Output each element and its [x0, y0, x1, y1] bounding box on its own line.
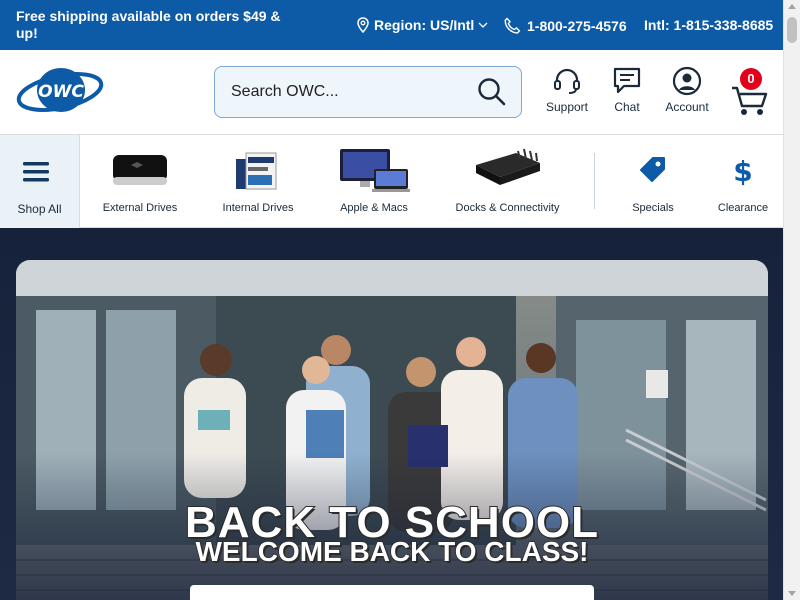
search-button[interactable] [477, 77, 507, 107]
dock-image [475, 148, 540, 185]
headset-icon [554, 68, 580, 94]
category-label: External Drives [102, 202, 178, 214]
category-clearance[interactable]: $ Clearance [708, 135, 778, 228]
account-link[interactable]: Account [657, 66, 717, 114]
hero-cta-button[interactable] [190, 585, 594, 600]
search-input[interactable] [231, 83, 461, 101]
external-drive-image [113, 155, 167, 185]
category-divider [594, 153, 595, 209]
apple-macs-image [340, 149, 410, 192]
chat-link[interactable]: Chat [597, 66, 657, 114]
intl-phone-link[interactable]: Intl: 1-815-338-8685 [644, 17, 773, 33]
support-link[interactable]: Support [537, 66, 597, 114]
dollar-icon: $ [733, 155, 752, 187]
phone-icon [504, 17, 521, 34]
region-selector[interactable]: Region: US/Intl [356, 17, 488, 33]
chat-icon [613, 67, 641, 94]
site-header: OWC Support Chat Account 0 [0, 50, 783, 135]
category-apple-macs[interactable]: Apple & Macs [324, 135, 424, 228]
free-shipping-text: Free shipping available on orders $49 & … [16, 8, 281, 41]
category-nav: Shop All External Drives Internal Drives… [0, 135, 783, 228]
scroll-up-arrow-icon[interactable] [788, 4, 796, 9]
support-label: Support [545, 100, 589, 114]
location-pin-icon [357, 17, 369, 33]
cart-button[interactable]: 0 [730, 68, 774, 118]
category-label: Internal Drives [222, 202, 294, 214]
page-scrollbar[interactable] [783, 0, 800, 600]
internal-drive-image [236, 152, 277, 190]
hero-banner[interactable]: BACK TO SCHOOL WELCOME BACK TO CLASS! [16, 260, 768, 600]
logo-text: OWC [38, 82, 84, 102]
category-external-drives[interactable]: External Drives [90, 135, 190, 228]
chevron-down-icon [478, 22, 488, 28]
category-label: Docks & Connectivity [455, 202, 560, 214]
chat-label: Chat [614, 100, 640, 114]
menu-icon [23, 162, 49, 182]
phone-number: 1-800-275-4576 [527, 18, 627, 34]
shop-all-button[interactable]: Shop All [0, 135, 80, 228]
svg-text:$: $ [733, 155, 752, 187]
scroll-down-arrow-icon[interactable] [788, 591, 796, 596]
search-box [214, 66, 522, 118]
account-label: Account [665, 100, 709, 114]
category-internal-drives[interactable]: Internal Drives [208, 135, 308, 228]
top-announcement-bar: Free shipping available on orders $49 & … [0, 0, 783, 50]
region-label: Region: US/Intl [374, 17, 475, 33]
scrollbar-thumb[interactable] [787, 17, 797, 43]
category-label: Clearance [717, 202, 769, 214]
category-docks-connectivity[interactable]: Docks & Connectivity [450, 135, 565, 228]
cart-count-badge: 0 [740, 68, 762, 90]
shop-all-label: Shop All [17, 202, 62, 216]
hero-subtitle: WELCOME BACK TO CLASS! [195, 535, 590, 568]
search-icon [478, 78, 506, 106]
tag-icon [640, 157, 665, 182]
account-icon [672, 66, 702, 96]
category-specials[interactable]: Specials [618, 135, 688, 228]
owc-logo[interactable]: OWC [14, 64, 106, 116]
category-label: Apple & Macs [340, 202, 408, 214]
category-label: Specials [632, 202, 674, 214]
phone-link[interactable]: 1-800-275-4576 [503, 17, 627, 35]
